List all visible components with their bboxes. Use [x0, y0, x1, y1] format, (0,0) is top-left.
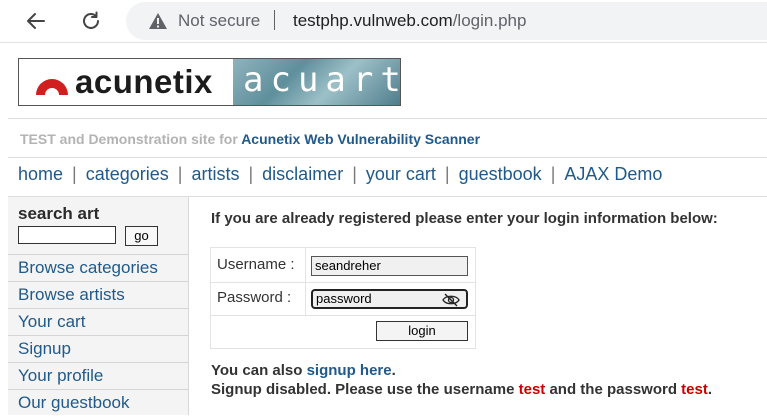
top-nav: home | categories | artists | disclaimer | y…: [18, 162, 662, 186]
signup-disabled-line: Signup disabled. Please use the username…: [211, 380, 712, 399]
signup-info: You can also signup here. Signup disable…: [211, 361, 712, 399]
browser-toolbar: Not secure testphp.vulnweb.com/login.php: [0, 0, 767, 43]
sidebar-item-browse-categories[interactable]: Browse categories: [8, 254, 188, 281]
nav-separator: |: [177, 163, 183, 184]
password-field[interactable]: password: [311, 289, 468, 309]
tagline-bar: TEST and Demonstration site for Acunetix…: [8, 118, 767, 158]
sidebar-item-signup[interactable]: Signup: [8, 335, 188, 362]
disabled-suffix: .: [707, 381, 713, 398]
nav-ajax-demo[interactable]: AJAX Demo: [564, 164, 662, 185]
back-button[interactable]: [20, 5, 52, 37]
sidebar: search art go Browse categories Browse a…: [8, 197, 189, 415]
search-title: search art: [18, 204, 100, 223]
sidebar-links: Browse categories Browse artists Your ca…: [8, 254, 188, 416]
sidebar-item-browse-artists[interactable]: Browse artists: [8, 281, 188, 308]
signup-prefix: You can also: [211, 362, 303, 379]
nav-your-cart[interactable]: your cart: [366, 164, 436, 185]
password-label: Password :: [217, 289, 292, 306]
username-label: Username :: [217, 256, 295, 273]
nav-separator: |: [550, 163, 556, 184]
nav-disclaimer[interactable]: disclaimer: [262, 164, 343, 185]
login-heading: If you are already registered please ent…: [211, 210, 718, 227]
search-input[interactable]: [18, 226, 116, 244]
back-arrow-icon: [27, 13, 45, 29]
acunetix-logo: acunetix: [19, 59, 233, 105]
nav-artists[interactable]: artists: [191, 164, 239, 185]
security-status[interactable]: Not secure: [178, 11, 260, 31]
signup-suffix: .: [391, 362, 396, 379]
nav-separator: |: [72, 163, 77, 184]
nav-home[interactable]: home: [18, 164, 63, 185]
reload-button[interactable]: [75, 5, 107, 37]
sidebar-item-your-cart[interactable]: Your cart: [8, 308, 188, 335]
acuart-wordmark: acuart: [243, 60, 401, 100]
nav-separator: |: [444, 163, 450, 184]
tagline-highlight[interactable]: Acunetix Web Vulnerability Scanner: [241, 131, 480, 147]
reload-icon: [83, 11, 99, 29]
url-host: testphp.vulnweb.com: [293, 11, 453, 30]
url-text[interactable]: testphp.vulnweb.com/login.php: [293, 11, 526, 31]
hint-password: test: [681, 381, 708, 398]
acuart-logo: acuart: [233, 59, 400, 105]
sidebar-item-our-guestbook[interactable]: Our guestbook: [8, 389, 188, 416]
username-field[interactable]: seandreher: [311, 256, 468, 276]
signup-line: You can also signup here.: [211, 361, 712, 380]
acunetix-mark-icon: [36, 79, 68, 95]
nav-separator: |: [352, 163, 357, 184]
address-bar[interactable]: Not secure testphp.vulnweb.com/login.php: [126, 2, 767, 40]
password-value: password: [316, 291, 372, 306]
login-button[interactable]: login: [376, 321, 468, 341]
url-separator: [274, 10, 275, 30]
table-divider: [211, 315, 475, 316]
table-divider: [211, 282, 475, 283]
url-path: /login.php: [452, 11, 527, 30]
hint-username: test: [518, 381, 546, 398]
tagline-prefix: TEST and Demonstration site for: [20, 131, 238, 147]
sidebar-item-your-profile[interactable]: Your profile: [8, 362, 188, 389]
disabled-middle: and the password: [549, 381, 677, 398]
nav-categories[interactable]: categories: [86, 164, 169, 185]
tagline: TEST and Demonstration site for Acunetix…: [20, 131, 480, 147]
search-go-button[interactable]: go: [125, 226, 158, 246]
disabled-prefix: Signup disabled. Please use the username: [211, 381, 515, 398]
acunetix-wordmark: acunetix: [75, 63, 213, 100]
signup-link[interactable]: signup here: [307, 362, 392, 379]
eye-slash-icon[interactable]: [442, 293, 460, 307]
site-logo-banner[interactable]: acunetix acuart: [18, 58, 401, 106]
login-form: Username : seandreher Password : passwor…: [210, 247, 476, 349]
nav-guestbook[interactable]: guestbook: [459, 164, 542, 185]
nav-separator: |: [248, 163, 254, 184]
warning-icon: [149, 13, 167, 29]
